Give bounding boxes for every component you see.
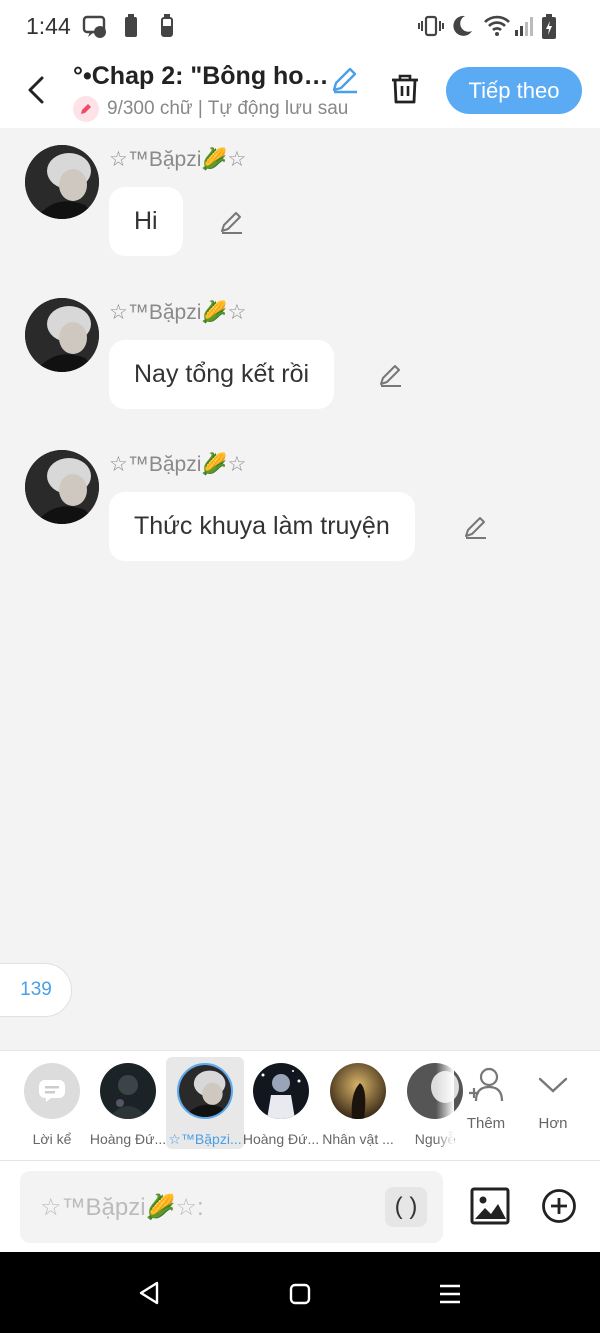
wifi-icon — [484, 15, 510, 36]
character-item[interactable]: Nhân vật ... — [319, 1057, 397, 1149]
more-label: Hơn — [538, 1115, 568, 1132]
character-label: Nguyễ — [414, 1131, 456, 1147]
chapter-title[interactable]: °•Chap 2: "Bông ho… — [73, 62, 329, 91]
word-count-row: 9/300 chữ | Tự động lưu sau — [73, 96, 360, 122]
pencil-badge-icon — [73, 96, 99, 122]
nav-menu-icon[interactable] — [438, 1282, 462, 1306]
plus-circle-icon[interactable] — [541, 1188, 577, 1224]
character-selector: Lời kể Hoàng Đứ... ☆™Bặpzi... Hoàng Đứ..… — [0, 1050, 600, 1160]
edit-message-pencil-icon[interactable] — [219, 209, 245, 235]
character-item[interactable]: Hoàng Đứ... — [89, 1057, 167, 1149]
add-character-button[interactable]: Thêm — [456, 1065, 516, 1132]
add-character-label: Thêm — [466, 1115, 506, 1132]
system-navigation-bar — [0, 1252, 600, 1333]
next-button[interactable]: Tiếp theo — [446, 67, 582, 114]
message-counter-badge[interactable]: 139 — [0, 963, 72, 1017]
parenthesis-button[interactable]: ( ) — [385, 1187, 427, 1227]
status-bar: 1:44 — [0, 0, 600, 56]
nav-back-icon[interactable] — [137, 1280, 161, 1306]
edit-title-pencil-icon[interactable] — [330, 64, 360, 94]
avatar[interactable] — [25, 450, 99, 524]
more-button[interactable]: Hơn — [523, 1065, 583, 1132]
avatar[interactable] — [25, 145, 99, 219]
character-avatar — [253, 1063, 309, 1119]
chevron-down-icon — [538, 1077, 568, 1093]
chat-notification-icon — [82, 15, 106, 38]
nav-home-icon[interactable] — [288, 1282, 312, 1306]
word-count-autosave-text: 9/300 chữ | Tự động lưu sau — [107, 98, 349, 119]
battery-charging-icon — [542, 14, 556, 39]
character-avatar — [330, 1063, 386, 1119]
back-arrow-icon[interactable] — [24, 72, 52, 108]
cellular-signal-icon — [515, 17, 533, 36]
character-narrator[interactable]: Lời kể — [13, 1057, 91, 1149]
do-not-disturb-moon-icon — [453, 15, 472, 36]
add-person-icon — [469, 1067, 504, 1102]
battery-icon — [161, 14, 173, 37]
sender-name: ☆™Bặpzi🌽☆ — [109, 148, 247, 171]
battery-full-icon — [125, 14, 137, 37]
editor-header: °•Chap 2: "Bông ho… 9/300 chữ | Tự động … — [0, 56, 600, 128]
sender-name: ☆™Bặpzi🌽☆ — [109, 301, 247, 324]
message-input[interactable]: ☆™Bặpzi🌽☆: ( ) — [20, 1171, 443, 1243]
input-placeholder: ☆™Bặpzi🌽☆: — [40, 1194, 204, 1221]
avatar[interactable] — [25, 298, 99, 372]
edit-message-pencil-icon[interactable] — [378, 362, 404, 388]
edit-message-pencil-icon[interactable] — [463, 514, 489, 540]
strip-fade — [436, 1051, 454, 1159]
vibrate-icon — [418, 15, 444, 37]
character-item-selected[interactable]: ☆™Bặpzi... — [166, 1057, 244, 1149]
sender-name: ☆™Bặpzi🌽☆ — [109, 453, 247, 476]
message-bubble[interactable]: Hi — [109, 187, 183, 256]
trash-icon[interactable] — [388, 72, 422, 106]
narrator-icon — [24, 1063, 80, 1119]
input-bar: ☆™Bặpzi🌽☆: ( ) — [0, 1160, 600, 1252]
character-avatar — [100, 1063, 156, 1119]
image-icon[interactable] — [470, 1187, 510, 1225]
status-time: 1:44 — [26, 13, 71, 39]
character-avatar — [407, 1063, 463, 1119]
message-bubble[interactable]: Thức khuya làm truyện — [109, 492, 415, 561]
character-item[interactable]: Hoàng Đứ... — [242, 1057, 320, 1149]
character-avatar — [177, 1063, 233, 1119]
message-bubble[interactable]: Nay tổng kết rồi — [109, 340, 335, 409]
